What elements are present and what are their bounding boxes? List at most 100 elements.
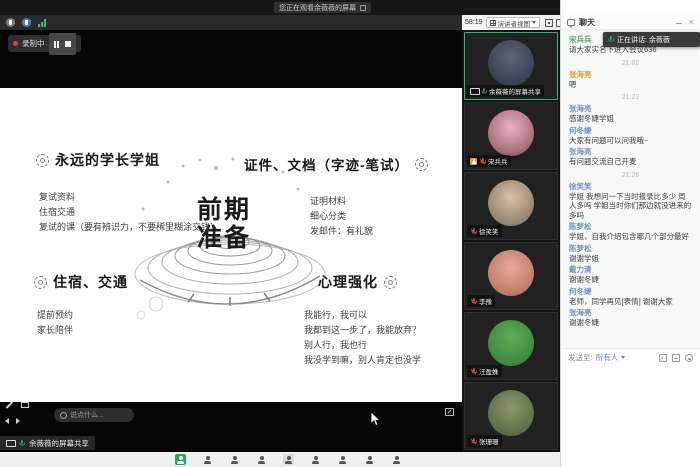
ornament-icon: [34, 276, 47, 289]
screen-share-view: 录制中: [0, 30, 462, 452]
network-signal-icon[interactable]: [38, 19, 46, 27]
slide-section-lodging: 住宿、交通 提前预约 家长陪伴: [34, 272, 128, 338]
participant-tile[interactable]: 张珊珊: [464, 382, 558, 450]
mic-status-icon: [480, 157, 485, 164]
app-icon[interactable]: [391, 454, 402, 465]
slide-section-seniors: 永远的学长学姐 复试资料 住宿交通 复试的课（要有辨识力，不要稀里糊涂交钱）: [36, 150, 219, 235]
section-title: 住宿、交通: [53, 272, 128, 292]
prev-page-icon[interactable]: [5, 418, 9, 424]
meeting-timer: 58:19: [465, 19, 483, 26]
meeting-window: 您正在观看余薇薇的屏幕 × 录制中: [0, 0, 700, 467]
send-bar: 发送至: 所有人: [561, 348, 700, 366]
app-icon[interactable]: [202, 454, 213, 465]
chevron-down-icon: [621, 356, 625, 359]
section-title: 证件、文档（字迹-笔试）: [244, 154, 409, 174]
watching-banner: 您正在观看余薇薇的屏幕: [274, 2, 371, 13]
app-icon[interactable]: [364, 454, 375, 465]
chat-bubble-icon: [567, 19, 575, 26]
chat-message-text: 谢谢冬婕: [569, 318, 692, 328]
popout-icon[interactable]: [445, 408, 454, 416]
participant-name: 余薇薇的屏幕共享: [489, 86, 541, 96]
participant-name: 徐笑笑: [479, 226, 499, 236]
avatar: [488, 320, 534, 366]
chat-sender-name: 陈梦松: [569, 222, 692, 232]
security-shield-icon[interactable]: [22, 18, 31, 27]
send-to-selector[interactable]: 所有人: [596, 352, 619, 363]
chat-sender-name: 何冬婕: [569, 287, 692, 297]
avatar: [488, 110, 534, 156]
pen-icon[interactable]: [6, 401, 14, 409]
section-item: 我没学到嘛，别人肯定也没学: [304, 353, 421, 368]
chat-sender-name: 戴力清: [569, 265, 692, 275]
chat-minimize-icon[interactable]: [676, 23, 682, 24]
ornament-icon: [384, 276, 397, 289]
view-mode-button[interactable]: 演讲者视图: [486, 17, 541, 28]
section-item: 细心分类: [310, 209, 428, 224]
taskbar: [0, 452, 560, 467]
fullscreen-icon[interactable]: [545, 19, 553, 27]
chat-close-icon[interactable]: ×: [689, 18, 694, 27]
participant-tile[interactable]: 李豫: [464, 242, 558, 310]
stop-recording-button[interactable]: [65, 41, 71, 47]
shape-icon[interactable]: [21, 402, 29, 408]
section-item: 我能行，我可以: [304, 308, 421, 323]
avatar: [488, 180, 534, 226]
participant-name: 李豫: [479, 296, 492, 306]
participant-name: 宋兵兵: [488, 156, 508, 166]
screen-icon: [6, 440, 14, 447]
send-to-label: 发送至:: [568, 352, 593, 363]
screen-share-icon: [470, 88, 478, 95]
share-source-text: 余薇薇的屏幕共享: [29, 438, 89, 449]
screen-share-active-icon[interactable]: [175, 454, 186, 465]
app-icon[interactable]: [337, 454, 348, 465]
participant-tile[interactable]: 宋兵兵: [464, 102, 558, 170]
chat-message-text: 有问题交流自己开麦: [569, 157, 692, 167]
participant-tile[interactable]: 汪盈姝: [464, 312, 558, 380]
chat-message-text: 学姐 我想问一下当时报录比多少 周人多吗 学姐当时你们那边就没进来的多吗: [569, 192, 692, 221]
pause-recording-button[interactable]: [54, 35, 60, 53]
audio-status-icon[interactable]: [6, 18, 15, 27]
ornament-icon: [36, 154, 49, 167]
participant-tile[interactable]: 徐笑笑: [464, 172, 558, 240]
meeting-app-icon[interactable]: [283, 454, 294, 465]
mic-on-icon: [19, 439, 25, 446]
section-item: 提前预约: [37, 308, 128, 323]
quick-chat-input[interactable]: 说点什么...: [54, 408, 134, 422]
member-icon[interactable]: [685, 354, 693, 362]
mouse-cursor: [370, 412, 382, 427]
app-icon[interactable]: [256, 454, 267, 465]
next-page-icon[interactable]: [16, 418, 20, 424]
chat-messages: 宋兵兵请大家实名下进入会议63621:02张海亮嗯21:22张海亮感谢冬婕学姐何…: [561, 30, 700, 348]
chat-message-text: 学姐，自我介绍包含哪几个部分最好: [569, 232, 692, 242]
ornament-icon: [415, 158, 428, 171]
chat-input[interactable]: [561, 366, 700, 467]
mic-status-icon: [471, 437, 476, 444]
section-item: 家长陪伴: [37, 323, 128, 338]
participant-tile[interactable]: 余薇薇的屏幕共享: [464, 32, 558, 100]
grid-view-icon: [490, 20, 496, 26]
quick-chat-placeholder: 说点什么...: [70, 410, 104, 420]
share-source-label: 余薇薇的屏幕共享: [0, 436, 95, 450]
banner-pin-icon[interactable]: [360, 5, 366, 11]
section-title: 永远的学长学姐: [55, 150, 160, 170]
chat-sender-name: 张海亮: [569, 147, 692, 157]
mic-status-icon: [481, 87, 486, 94]
host-badge-icon: [470, 158, 477, 165]
section-title: 心理强化: [318, 272, 378, 292]
participant-name: 张珊珊: [479, 436, 499, 446]
chat-message-text: 嗯: [569, 80, 692, 90]
app-icon[interactable]: [310, 454, 321, 465]
annotation-tools: [5, 402, 29, 408]
chat-timestamp: 21:02: [569, 57, 692, 70]
mic-status-icon: [471, 367, 476, 374]
section-item: 住宿交通: [39, 205, 219, 220]
app-icon[interactable]: [229, 454, 240, 465]
chat-timestamp: 21:22: [569, 91, 692, 104]
shared-slide: 前期准备 永远的学长学姐 复试资料 住宿交通 复试的课（要有辨识力，不要稀里糊涂…: [0, 88, 462, 402]
title-bar: 您正在观看余薇薇的屏幕: [0, 0, 560, 15]
screenshot-icon[interactable]: [672, 354, 680, 362]
image-icon[interactable]: [659, 354, 667, 362]
emoji-icon[interactable]: [60, 412, 67, 419]
chat-sender-name: 张海亮: [569, 70, 692, 80]
chat-panel: 聊天 × 宋兵兵请大家实名下进入会议63621:02张海亮嗯21:22张海亮感谢…: [560, 0, 700, 467]
